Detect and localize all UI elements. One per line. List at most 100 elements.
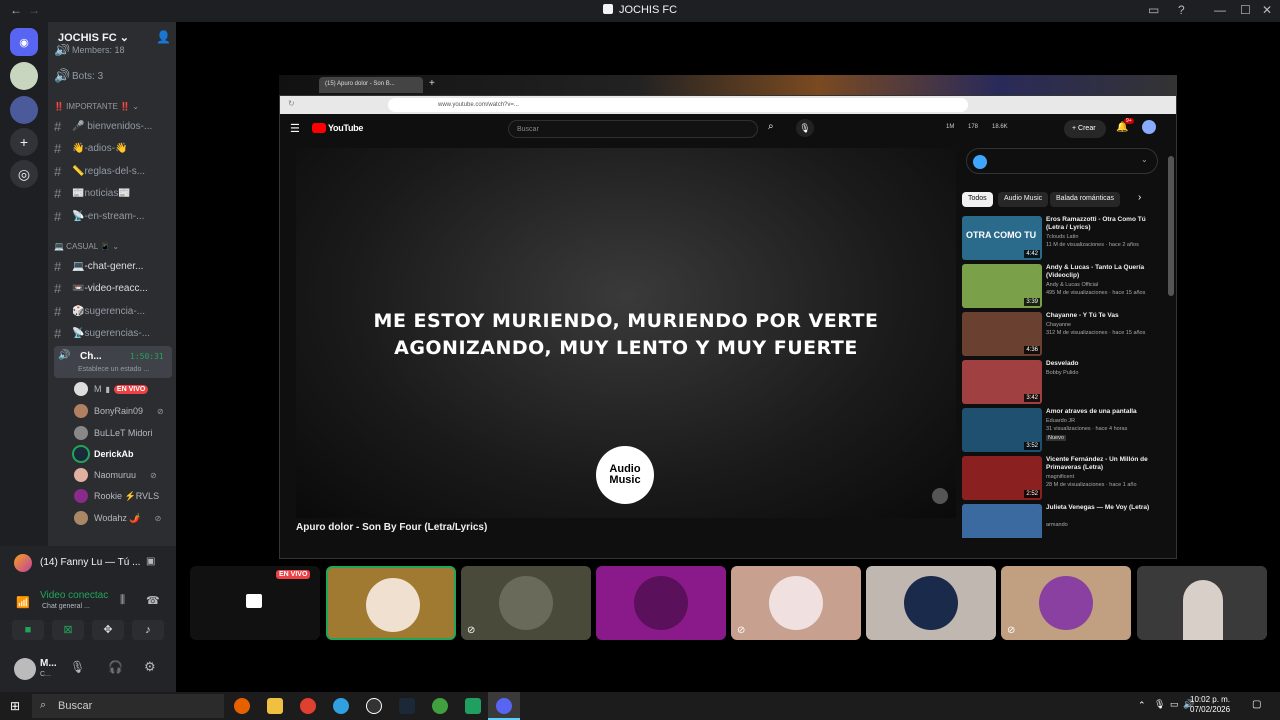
now-playing-text[interactable]: (14) Fanny Lu — Tú ... <box>40 557 140 568</box>
video-thumbnail[interactable]: 3:52 <box>962 408 1042 452</box>
server-name[interactable]: JOCHIS FC ⌄ <box>58 31 129 44</box>
video-thumbnail[interactable] <box>962 504 1042 538</box>
voice-user-wodahz[interactable]: Wodahz 🌶️ ⊘ <box>74 509 161 527</box>
voice-channel-active[interactable]: 🔊 Ch... 1:50:31 Establece un estado ... <box>54 346 172 378</box>
close-icon[interactable]: ✕ <box>1262 3 1272 17</box>
tray-network-icon[interactable]: ▭ <box>1170 699 1179 710</box>
category-importante[interactable]: ‼️ IMPORTANTE ‼️ ⌄ <box>54 102 139 111</box>
voice-user-m[interactable]: M ▮ EN VIVO <box>74 380 149 398</box>
server-icon-jochis[interactable] <box>10 62 38 90</box>
video-thumbnail[interactable]: 2:52 <box>962 456 1042 500</box>
soundboard-button[interactable]: ♪ <box>132 620 164 640</box>
invite-icon[interactable]: 👤 <box>156 30 171 44</box>
minimize-icon[interactable]: — <box>1214 3 1226 17</box>
steam-icon[interactable] <box>399 698 415 714</box>
video-player[interactable]: ME ESTOY MURIENDO, MURIENDO POR VERTE AG… <box>296 148 956 518</box>
voice-user-derick[interactable]: DerickAb <box>74 445 134 463</box>
explore-icon[interactable]: ◎ <box>10 160 38 188</box>
channel-bienvenidos[interactable]: # 🎤 bienvenidos-... <box>54 116 172 136</box>
related-video[interactable]: 3:42 Desvelado Bobby Pulido <box>962 360 1162 404</box>
channel-adios[interactable]: # 👋-adios-👋 <box>54 138 172 158</box>
taskbar-clock[interactable]: 10:02 p. m. 07/02/2026 <box>1190 695 1230 715</box>
playlist-bar[interactable]: ⌄ <box>966 148 1158 174</box>
server-icon-2[interactable] <box>10 96 38 124</box>
create-button[interactable]: + Crear <box>1064 120 1106 138</box>
related-video[interactable]: 3:39 Andy & Lucas - Tanto La Quería (Vid… <box>962 264 1162 308</box>
voice-user-bullet[interactable]: BuLLeT Midori <box>74 424 152 442</box>
voice-status[interactable]: Establece un estado ... <box>78 366 149 373</box>
account-avatar[interactable] <box>1142 120 1156 134</box>
tile-derick[interactable] <box>596 566 726 640</box>
voice-user-naomuruu[interactable]: Naomuruu ⊘ <box>74 466 157 484</box>
inbox-icon[interactable]: ▭ <box>1148 3 1159 17</box>
youtube-wordmark[interactable]: YouTube <box>328 123 363 133</box>
yt-search-input[interactable]: Buscar <box>508 120 758 138</box>
maximize-icon[interactable]: ☐ <box>1240 3 1251 17</box>
voice-user-bonyrain[interactable]: BonyRain09 ⊘ <box>74 402 164 420</box>
add-server-icon[interactable]: + <box>10 128 38 156</box>
obs-icon[interactable] <box>366 698 382 714</box>
voice-search-icon[interactable]: 🎙 <box>796 119 814 137</box>
browser-tab[interactable]: (15) Apuro dolor - Son B... <box>319 77 423 93</box>
notification-center-icon[interactable]: ▢ <box>1252 699 1261 710</box>
related-video[interactable]: OTRA COMO TU 4:42 Eros Ramazzotti - Otra … <box>962 216 1162 260</box>
chrome-icon[interactable] <box>300 698 316 714</box>
chip-todos[interactable]: Todos <box>962 192 993 207</box>
self-avatar[interactable] <box>14 658 36 680</box>
disconnect-icon[interactable]: ☎ <box>146 594 160 607</box>
microphone-icon[interactable]: 🎙 <box>70 660 85 674</box>
address-field[interactable]: www.youtube.com/watch?v=... <box>388 98 968 112</box>
channel-en-stream[interactable]: # 📡-en-stream-... <box>54 206 172 226</box>
channel-sugerencia[interactable]: # 🎲sugerencia-... <box>54 301 172 321</box>
ccleaner-icon[interactable] <box>333 698 349 714</box>
discord-home-icon[interactable]: ◉ <box>10 28 38 56</box>
video-thumbnail[interactable]: 4:36 <box>962 312 1042 356</box>
new-tab-icon[interactable]: + <box>429 78 435 89</box>
settings-gear-icon[interactable]: ⚙ <box>144 659 156 675</box>
voice-user-rookie[interactable]: Rookie ⚡RVLS <box>74 487 159 505</box>
menu-icon[interactable]: ☰ <box>290 122 300 135</box>
category-casual[interactable]: 💻 CASUAL 📱 ⌄ <box>54 242 119 251</box>
windows-start-icon[interactable]: ⊞ <box>10 699 20 713</box>
chevron-right-icon[interactable]: › <box>1138 192 1141 203</box>
related-video[interactable]: 2:52 Vicente Fernández - Un Millón de Pr… <box>962 456 1162 500</box>
video-thumbnail[interactable]: 3:42 <box>962 360 1042 404</box>
activity-icon[interactable]: ▣ <box>146 556 155 567</box>
headphones-icon[interactable]: 🎧 <box>108 660 123 674</box>
screen-share-button[interactable]: ⊠ <box>52 620 84 640</box>
taskbar-search[interactable]: ⌕ Buscar <box>32 694 224 718</box>
channel-noticias[interactable]: # 📰noticias📰 <box>54 183 172 203</box>
activities-button[interactable]: ✥ <box>92 620 124 640</box>
connection-status[interactable]: Video conectac <box>40 590 108 601</box>
url-bar[interactable]: ↻ www.youtube.com/watch?v=... <box>280 96 1176 114</box>
help-icon[interactable]: ? <box>1178 3 1185 17</box>
channel-video-reacc[interactable]: # 📼-video-reacc... <box>54 278 172 298</box>
tile-bullet[interactable]: ⊘ <box>461 566 591 640</box>
channel-chat-general[interactable]: # 💻-chat-gener... <box>54 256 172 276</box>
scrollbar[interactable] <box>1168 156 1174 296</box>
channel-sugerencias[interactable]: # 📡sugerencias-... <box>54 323 172 343</box>
signal-icon[interactable]: 📶 <box>16 596 30 609</box>
app-icon-green[interactable] <box>465 698 481 714</box>
channel-reglas[interactable]: # 📏reglas-del-s... <box>54 161 172 181</box>
tile-rookie[interactable] <box>866 566 996 640</box>
tile-wodahz[interactable]: ⊘ <box>1001 566 1131 640</box>
firefox-icon[interactable] <box>234 698 250 714</box>
taskbar-discord-active[interactable] <box>488 692 520 720</box>
related-video[interactable]: Julieta Venegas — Me Voy (Letra) armando <box>962 504 1162 538</box>
chevron-down-icon[interactable]: ⌄ <box>1141 155 1148 164</box>
reload-icon[interactable]: ↻ <box>288 99 295 108</box>
tile-bonyrain[interactable] <box>326 566 456 640</box>
camera-button[interactable]: ■ <box>12 620 44 640</box>
tray-mic-icon[interactable]: 🎙 <box>1154 699 1165 710</box>
chrome-alt-icon[interactable] <box>432 698 448 714</box>
youtube-logo-icon[interactable] <box>312 123 326 133</box>
chip-balada[interactable]: Balada románticas <box>1050 192 1120 207</box>
related-video[interactable]: 4:36 Chayanne - Y Tú Te Vas Chayanne 312… <box>962 312 1162 356</box>
related-video[interactable]: 3:52 Amor atraves de una pantalla Eduard… <box>962 408 1162 452</box>
stream-tile-live[interactable]: EN VIVO <box>190 566 320 640</box>
video-thumbnail[interactable]: 3:39 <box>962 264 1042 308</box>
file-explorer-icon[interactable] <box>267 698 283 714</box>
channel-watermark-icon[interactable] <box>932 488 948 504</box>
tile-camera[interactable] <box>1137 566 1267 640</box>
